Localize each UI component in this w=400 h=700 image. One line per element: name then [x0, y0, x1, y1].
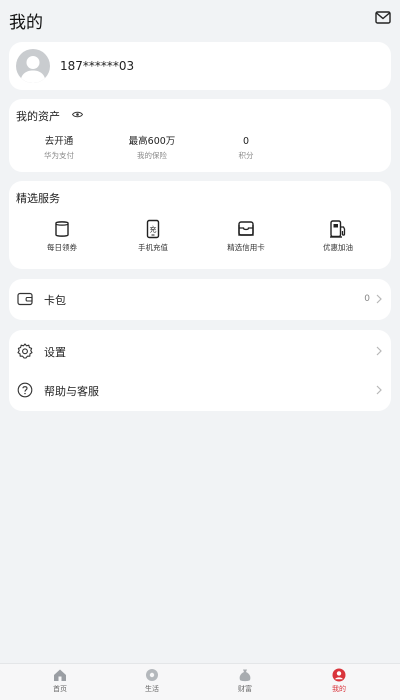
phone-number: 187******03	[60, 59, 135, 73]
services-title: 精选服务	[16, 192, 60, 205]
service-fuel-discount[interactable]: 优惠加油	[302, 219, 374, 253]
asset-points[interactable]: 0 积分	[201, 136, 291, 161]
chevron-right-icon	[376, 294, 382, 304]
coupon-icon	[55, 221, 69, 237]
fuel-pump-icon	[330, 220, 346, 238]
tab-life[interactable]: 生活	[122, 668, 182, 694]
menu-item-help[interactable]: 帮助与客服	[9, 370, 391, 410]
bottom-tab-bar: 首页 生活 财富 我的	[0, 663, 400, 700]
wealth-icon	[239, 669, 251, 682]
chevron-right-icon	[376, 346, 382, 356]
chevron-right-icon	[376, 385, 382, 395]
service-label: 每日领券	[47, 243, 77, 252]
me-page: 我的 187******03 我的资产 去开通 华为支付 最高600万 我的保险	[0, 0, 400, 700]
wallet-icon	[17, 292, 33, 306]
menu-item-label: 设置	[44, 346, 66, 359]
asset-label: 积分	[238, 151, 254, 160]
service-daily-coupon[interactable]: 每日领券	[26, 219, 98, 253]
profile-card[interactable]: 187******03	[9, 42, 391, 90]
me-icon	[332, 668, 346, 682]
menu-item-settings[interactable]: 设置	[9, 330, 391, 370]
service-label: 精选信用卡	[227, 243, 265, 252]
asset-value: 0	[242, 136, 250, 147]
tab-label: 生活	[145, 685, 159, 693]
tab-label: 我的	[332, 685, 346, 693]
life-icon	[146, 669, 158, 681]
tab-label: 首页	[53, 685, 67, 693]
settings-card: 设置 帮助与客服	[9, 330, 391, 411]
menu-item-label: 帮助与客服	[44, 385, 99, 398]
top-bar: 我的	[0, 0, 400, 36]
tab-home[interactable]: 首页	[30, 668, 90, 694]
asset-insurance[interactable]: 最高600万 我的保险	[107, 136, 197, 161]
asset-value: 去开通	[44, 136, 74, 147]
service-phone-recharge[interactable]: 充 手机充值	[117, 219, 189, 253]
avatar-placeholder-icon	[20, 56, 46, 83]
service-label: 优惠加油	[323, 243, 353, 252]
asset-huawei-pay[interactable]: 去开通 华为支付	[14, 136, 104, 161]
tab-wealth[interactable]: 财富	[215, 668, 275, 694]
service-label: 手机充值	[138, 243, 168, 252]
asset-value: 最高600万	[128, 136, 176, 147]
page-title: 我的	[9, 13, 43, 33]
service-credit-card[interactable]: 精选信用卡	[210, 219, 282, 253]
tab-label: 财富	[238, 685, 252, 693]
asset-label: 华为支付	[44, 151, 74, 160]
wallet-count: 0	[364, 294, 370, 304]
credit-card-icon	[238, 221, 254, 236]
mail-icon[interactable]	[375, 11, 391, 24]
wallet-label: 卡包	[44, 294, 66, 307]
services-card: 精选服务 每日领券 充 手机充值 精选信用卡 优惠加油	[9, 181, 391, 269]
asset-label: 我的保险	[137, 151, 167, 160]
wallet-card[interactable]: 卡包 0	[9, 279, 391, 320]
assets-card: 我的资产 去开通 华为支付 最高600万 我的保险 0 积分	[9, 99, 391, 172]
assets-title: 我的资产	[16, 110, 60, 123]
recharge-glyph: 充	[150, 225, 157, 234]
phone-recharge-icon: 充	[146, 219, 160, 239]
tab-me[interactable]: 我的	[309, 668, 369, 694]
home-icon	[54, 669, 66, 681]
eye-icon[interactable]	[72, 111, 83, 118]
avatar[interactable]	[16, 49, 50, 83]
settings-gear-icon	[17, 343, 33, 359]
help-question-icon	[17, 382, 33, 398]
